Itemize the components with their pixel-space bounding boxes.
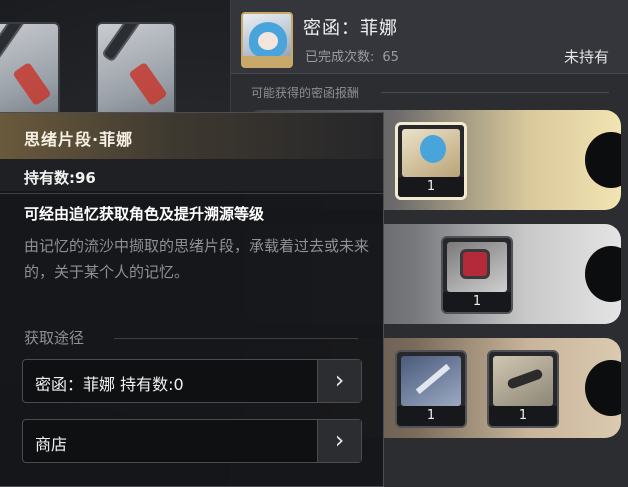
box-icon [447, 242, 507, 292]
reward-item[interactable]: 1 [395, 350, 467, 428]
item-tooltip: 思绪片段·菲娜 持有数:96 可经由追忆获取角色及提升溯源等级 由记忆的流沙中撷… [0, 112, 384, 487]
chevron-right-icon[interactable]: › [317, 360, 361, 402]
tooltip-divider [0, 193, 383, 194]
obtain-description: 可经由追忆获取角色及提升溯源等级 [24, 205, 265, 223]
game-screen: 密函：菲娜 已完成次数: 65 未持有 可能获得的密函报酬 1 1 1 1 思绪… [0, 0, 628, 487]
row-end-cap [585, 132, 621, 188]
weapon-accent [128, 61, 168, 107]
item-quantity: 1 [489, 406, 557, 426]
weapon-accent [12, 61, 52, 107]
fragment-icon [402, 129, 460, 177]
row-end-cap [585, 246, 621, 302]
item-quantity: 1 [398, 177, 464, 197]
tool-icon [493, 356, 553, 406]
weapon-blade-icon [0, 24, 33, 60]
tooltip-header: 思绪片段·菲娜 [0, 113, 383, 159]
character-avatar [241, 12, 293, 68]
completed-label: 已完成次数: [305, 50, 375, 65]
flavor-text: 由记忆的流沙中撷取的思绪片段，承载着过去或未来的，关于某个人的记忆。 [24, 237, 370, 281]
letter-header: 密函：菲娜 已完成次数: 65 未持有 [231, 0, 628, 74]
ownership-status: 未持有 [563, 48, 609, 66]
item-quantity: 1 [443, 292, 511, 312]
source-letter-button[interactable]: 密函：菲娜 持有数:0 › [22, 359, 362, 403]
source-label: 密函：菲娜 持有数:0 [35, 375, 184, 394]
source-divider [114, 338, 358, 339]
item-quantity: 1 [397, 406, 465, 426]
source-shop-button[interactable]: 商店 › [22, 419, 362, 463]
weapon-blade-icon [103, 24, 149, 60]
reward-item[interactable]: 1 [487, 350, 559, 428]
source-heading: 获取途径 [24, 329, 85, 347]
blade-icon [401, 356, 461, 406]
reward-item[interactable]: 1 [395, 122, 467, 200]
row-end-cap [585, 360, 621, 416]
rewards-title: 可能获得的密函报酬 [251, 86, 360, 100]
completed-value: 65 [382, 50, 399, 65]
completed-count: 已完成次数: 65 [305, 46, 399, 65]
owned-count: 持有数:96 [24, 169, 96, 187]
chevron-right-icon[interactable]: › [317, 420, 361, 462]
source-label: 商店 [35, 435, 68, 454]
reward-item[interactable]: 1 [441, 236, 513, 314]
avatar-frame [243, 56, 291, 66]
letter-title: 密函：菲娜 [303, 18, 398, 39]
avatar-face [258, 32, 278, 50]
rewards-divider [381, 92, 609, 93]
tooltip-title: 思绪片段·菲娜 [24, 130, 134, 149]
